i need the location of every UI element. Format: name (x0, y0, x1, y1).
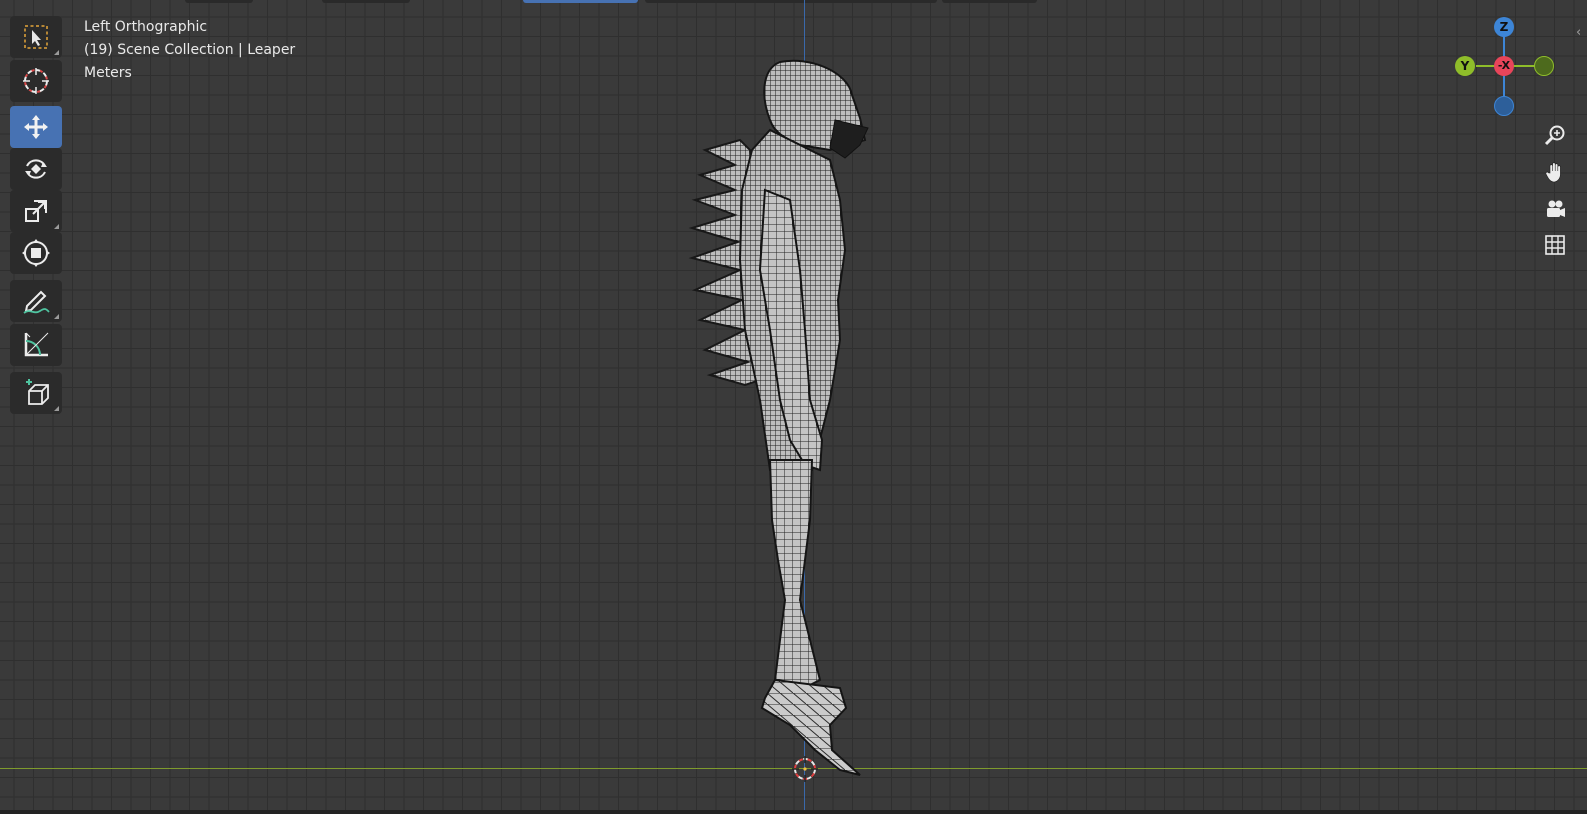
viewport-info: Left Orthographic (19) Scene Collection … (84, 16, 295, 85)
grid-icon (1545, 235, 1565, 255)
sidebar-collapse-chevron-icon[interactable]: ‹ (1576, 25, 1581, 40)
model-leg (768, 459, 822, 692)
camera-view-button[interactable] (1541, 195, 1569, 223)
cursor-icon (23, 68, 49, 94)
measure-tool[interactable] (10, 324, 62, 366)
collection-info: (19) Scene Collection | Leaper (84, 42, 296, 58)
add-cube-tool[interactable] (10, 372, 62, 414)
gizmo-neg-z-axis[interactable] (1494, 96, 1514, 116)
transform-icon (22, 239, 50, 267)
pan-hand-icon (1545, 162, 1561, 183)
move-icon (24, 115, 48, 139)
annotate-tool[interactable] (10, 280, 62, 322)
pan-button[interactable] (1541, 158, 1569, 186)
select-box-tool[interactable] (10, 16, 62, 58)
gizmo-y-axis[interactable]: Y (1455, 56, 1475, 76)
add-cube-icon (26, 379, 49, 405)
cursor-tool[interactable] (10, 60, 62, 102)
measure-icon (24, 332, 49, 357)
navigation-gizmo[interactable]: Z Y -X (1455, 16, 1584, 126)
bottom-border (0, 810, 1587, 814)
zoom-icon (1544, 125, 1565, 146)
rotate-icon (25, 159, 47, 179)
zoom-button[interactable] (1541, 121, 1569, 149)
gizmo-lines (1476, 28, 1540, 96)
gizmo-neg-x-axis[interactable]: -X (1494, 56, 1514, 76)
annotate-icon (23, 290, 50, 314)
scale-icon (25, 200, 47, 222)
camera-icon (1547, 200, 1565, 217)
units-label: Meters (84, 65, 132, 81)
3d-cursor-icon[interactable] (792, 756, 818, 782)
leaper-wireframe-mesh[interactable] (0, 0, 1587, 814)
gizmo-neg-y-axis[interactable] (1534, 56, 1554, 76)
perspective-toggle-button[interactable] (1541, 231, 1569, 259)
scale-tool[interactable] (10, 190, 62, 232)
rotate-tool[interactable] (10, 148, 62, 190)
3d-viewport[interactable] (0, 0, 1587, 814)
gizmo-z-axis[interactable]: Z (1494, 17, 1514, 37)
transform-tool[interactable] (10, 232, 62, 274)
view-name: Left Orthographic (84, 19, 208, 35)
select-box-icon (24, 25, 48, 49)
move-tool[interactable] (10, 106, 62, 148)
